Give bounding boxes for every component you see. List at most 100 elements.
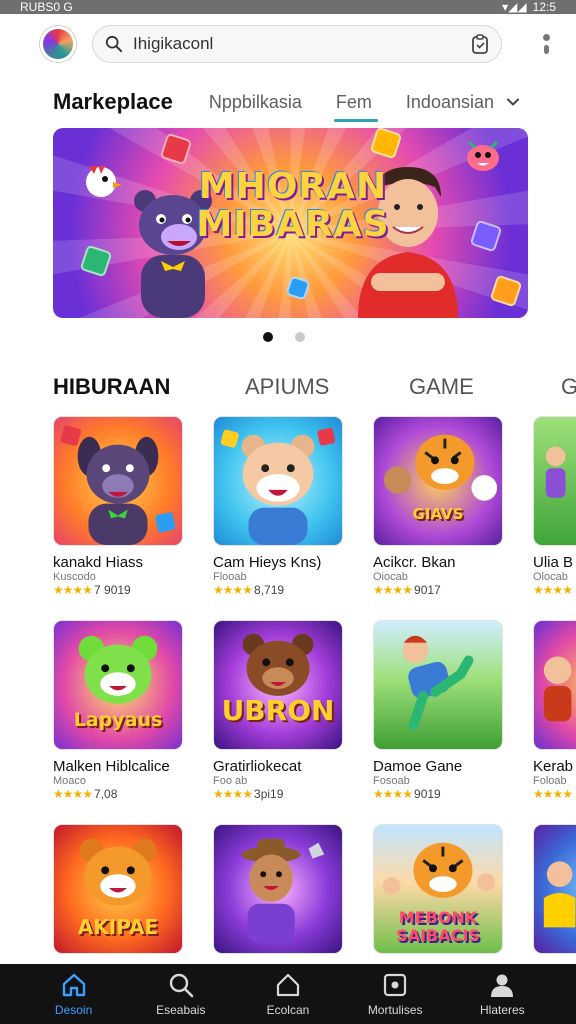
nav-item-hlateres[interactable]: Hlateres: [454, 971, 550, 1017]
app-rating: ★★★★ 9019: [373, 787, 505, 801]
bear-character-icon: [242, 633, 314, 696]
app-thumbnail[interactable]: MEBONK SAIBACIS: [373, 824, 503, 954]
rating-count: 7,08: [94, 787, 118, 801]
nav-label: Desoin: [54, 1003, 93, 1017]
search-bar[interactable]: [92, 25, 502, 63]
app-card[interactable]: UBRON Gratirliokecat Foo ab ★★★★ 3pi19: [213, 620, 345, 801]
app-card[interactable]: Lapyaus Malken Hiblcalice Moaco ★★★★ 7,08: [53, 620, 185, 801]
app-card[interactable]: kanakd Hiass Kuscodo ★★★★ 7 9019: [53, 416, 185, 597]
star-rating-icon: ★★★★: [53, 787, 93, 801]
pagination-dot[interactable]: [295, 332, 305, 342]
app-logo-icon[interactable]: [40, 26, 76, 62]
tab-hiburaan[interactable]: HIBURAAN: [53, 374, 213, 406]
star-rating-icon: ★★★★: [53, 583, 93, 597]
app-card[interactable]: Cam Hieys Kns) Flooab ★★★★ 8,719: [213, 416, 345, 597]
profile-icon: [491, 974, 514, 997]
app-thumbnail[interactable]: AKIPAE: [53, 824, 183, 954]
bottom-navigation: Desoin Eseabais Ecolcan Mortulises Hlate…: [0, 964, 576, 1024]
pagination-dot-active[interactable]: [263, 332, 273, 342]
star-rating-icon: ★★★★: [213, 787, 253, 801]
tab-nppbilkasia[interactable]: Nppbilkasia: [209, 92, 302, 113]
nav-label: Hlateres: [480, 1003, 525, 1017]
app-card[interactable]: [213, 824, 345, 954]
house-outline-icon: [276, 973, 300, 997]
nav-label: Eseabais: [156, 1003, 206, 1017]
runner-character-icon: [402, 635, 474, 731]
featured-banner[interactable]: MHORAN MIBARAS: [53, 128, 528, 318]
app-rating: ★★★★: [533, 583, 576, 597]
app-art-title: AKIPAE: [77, 915, 159, 939]
tab-game[interactable]: GAME: [373, 374, 533, 406]
star-rating-icon: ★★★★: [213, 583, 253, 597]
bird-character-icon: [86, 165, 122, 197]
nav-item-mortulises[interactable]: Mortulises: [347, 971, 443, 1017]
banner-pagination: [0, 332, 576, 342]
app-thumbnail[interactable]: [533, 620, 576, 750]
app-art-title: GIAVS: [412, 505, 464, 523]
app-name: Ulia B: [533, 554, 574, 571]
nav-item-desoin[interactable]: Desoin: [26, 971, 122, 1017]
app-developer: Foo ab: [213, 775, 248, 787]
library-icon: [384, 973, 407, 997]
wifi-icon: ▾◢◢: [502, 0, 527, 14]
rating-count: 8,719: [254, 583, 285, 597]
player-character-icon: [545, 446, 566, 498]
top-bar: [0, 20, 576, 68]
rating-count: 9017: [414, 583, 441, 597]
home-icon: [62, 973, 85, 997]
app-card[interactable]: Ulia B Olocab ★★★★: [533, 416, 576, 597]
clipboard-icon[interactable]: [471, 34, 489, 54]
app-card[interactable]: Damoe Gane Fosoab ★★★★ 9019: [373, 620, 505, 801]
rating-count: 9019: [414, 787, 441, 801]
app-thumbnail[interactable]: [373, 620, 503, 750]
app-developer: Moaco: [53, 775, 87, 787]
app-thumbnail[interactable]: Lapyaus: [53, 620, 183, 750]
app-rating: ★★★★ 3pi19: [213, 787, 345, 801]
app-card[interactable]: AKIPAE: [53, 824, 185, 954]
status-bar: RUBS0 G ▾◢◢ 12:5: [0, 0, 576, 14]
banner-title: MHORAN MIBARAS: [193, 168, 393, 244]
app-name: Malken Hiblcalice: [53, 758, 170, 775]
app-card[interactable]: MEBONK SAIBACIS: [373, 824, 505, 954]
app-developer: Flooab: [213, 571, 247, 583]
cowboy-character-icon: [241, 838, 325, 944]
character-icon: [543, 861, 576, 928]
dog-character-icon: [60, 425, 176, 545]
nav-item-ecolcan[interactable]: Ecolcan: [240, 971, 336, 1017]
tab-g[interactable]: G: [533, 374, 576, 406]
app-card[interactable]: [533, 824, 576, 954]
star-rating-icon: ★★★★: [373, 787, 413, 801]
tab-indoansian[interactable]: Indoansian: [406, 92, 494, 113]
tab-fem[interactable]: Fem: [333, 92, 378, 122]
status-time: 12:5: [532, 0, 556, 14]
more-options-icon[interactable]: [540, 34, 552, 54]
app-card[interactable]: GIAVS Acikcr. Bkan Oiocab ★★★★ 9017: [373, 416, 505, 597]
app-thumbnail[interactable]: UBRON: [213, 620, 343, 750]
status-right: ▾◢◢ 12:5: [502, 0, 556, 14]
app-thumbnail[interactable]: [53, 416, 183, 546]
search-input[interactable]: [133, 34, 461, 54]
app-card[interactable]: Kerab Foloab ★★★★: [533, 620, 576, 801]
chevron-down-icon[interactable]: [506, 95, 520, 109]
nav-label: Ecolcan: [266, 1003, 310, 1017]
app-thumbnail[interactable]: [213, 824, 343, 954]
app-rating: ★★★★ 7 9019: [53, 583, 185, 597]
app-developer: Oiocab: [373, 571, 408, 583]
app-thumbnail[interactable]: [533, 416, 576, 546]
app-name: kanakd Hiass: [53, 554, 144, 571]
app-developer: Olocab: [533, 571, 568, 583]
app-rating: ★★★★ 8,719: [213, 583, 345, 597]
app-thumbnail[interactable]: [533, 824, 576, 954]
nav-item-eseabais[interactable]: Eseabais: [133, 971, 229, 1017]
nav-label: Mortulises: [367, 1003, 423, 1017]
app-name: Cam Hieys Kns): [213, 554, 322, 571]
category-tabs: Markeplace Nppbilkasia Fem Indoansian: [0, 80, 576, 124]
app-name: Damoe Gane: [373, 758, 463, 775]
tab-apiums[interactable]: APIUMS: [213, 374, 373, 406]
app-thumbnail[interactable]: [213, 416, 343, 546]
status-left-text: RUBS0 G: [20, 0, 73, 14]
character-icon: [543, 656, 572, 722]
app-name: Acikcr. Bkan: [373, 554, 456, 571]
star-rating-icon: ★★★★: [533, 787, 573, 801]
app-thumbnail[interactable]: GIAVS: [373, 416, 503, 546]
